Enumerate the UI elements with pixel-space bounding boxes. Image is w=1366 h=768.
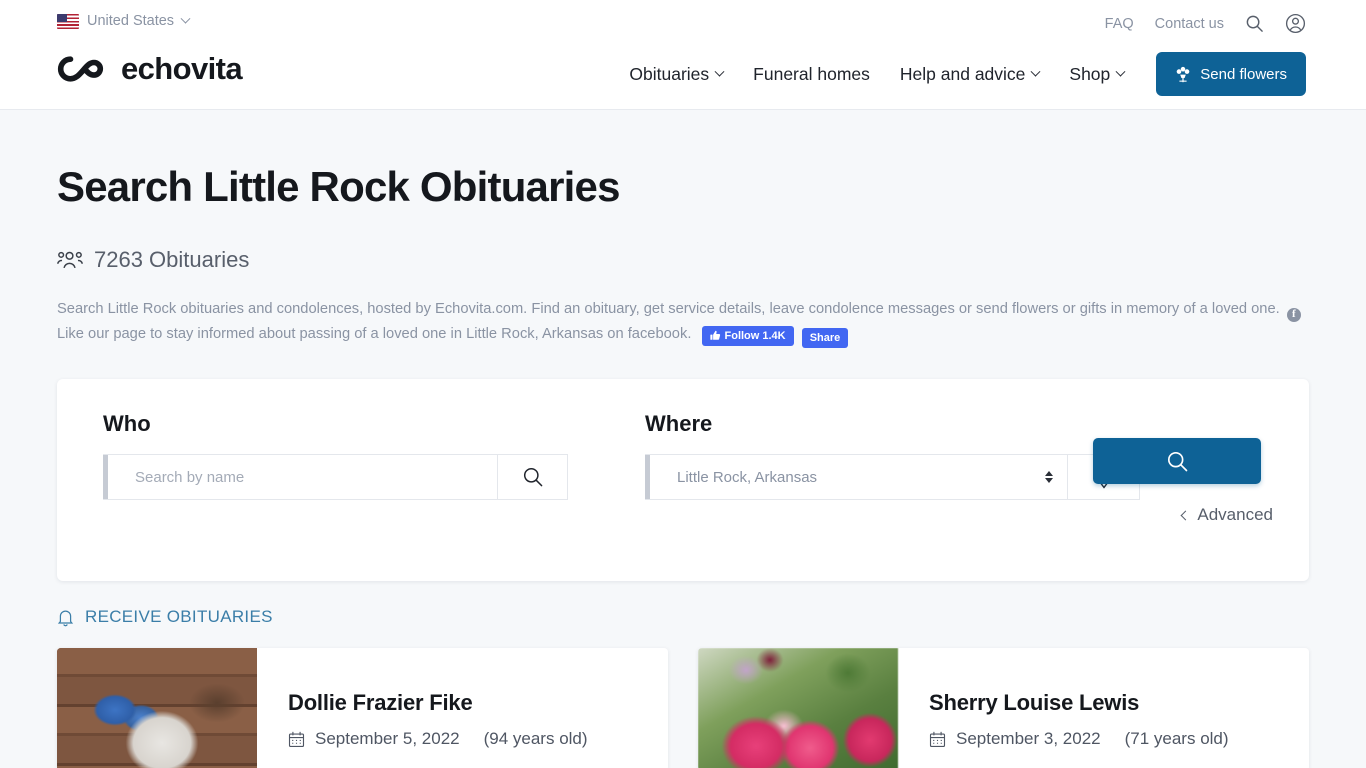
where-label: Where [645, 411, 713, 436]
receive-obituaries-label: RECEIVE OBITUARIES [85, 607, 273, 626]
nav-help-and-advice[interactable]: Help and advice [899, 63, 1041, 85]
bell-icon [57, 608, 74, 627]
obituary-card[interactable]: Dollie Frazier Fike September 5, 2022 (9… [57, 648, 668, 768]
where-field-group: Where Little Rock, Arkansas [645, 411, 1140, 500]
people-group-icon [57, 250, 83, 270]
header-utility-links: FAQ Contact us [1105, 13, 1306, 34]
facebook-follow-label: Follow 1.4K [724, 329, 786, 342]
country-selector[interactable]: United States [57, 13, 191, 29]
infinity-logo-icon [57, 54, 111, 84]
nav-funeral-homes-label: Funeral homes [753, 63, 870, 84]
nav-obituaries-label: Obituaries [629, 63, 710, 84]
obituary-age: (94 years old) [483, 729, 588, 748]
chevron-left-icon [1180, 510, 1191, 520]
calendar-icon [929, 731, 946, 748]
contact-us-link[interactable]: Contact us [1155, 16, 1224, 32]
nav-obituaries[interactable]: Obituaries [629, 63, 725, 85]
search-submit-button[interactable] [1093, 438, 1261, 484]
obituary-date-row: September 3, 2022 (71 years old) [929, 729, 1229, 749]
send-flowers-label: Send flowers [1200, 65, 1287, 83]
page-description: Search Little Rock obituaries and condol… [57, 297, 1309, 348]
chevron-down-icon [1030, 66, 1041, 77]
facebook-follow-button[interactable]: Follow 1.4K [701, 325, 794, 346]
where-select-wrap: Little Rock, Arkansas [650, 455, 1067, 499]
nav-shop-label: Shop [1069, 63, 1111, 84]
search-submit-wrap [1093, 438, 1261, 484]
location-select[interactable]: Little Rock, Arkansas [677, 468, 1067, 486]
description-part2: Like our page to stay informed about pas… [57, 326, 692, 342]
chevron-down-icon [180, 13, 191, 24]
obituary-name: Sherry Louise Lewis [929, 690, 1140, 715]
user-account-icon[interactable] [1285, 13, 1306, 34]
page-title: Search Little Rock Obituaries [57, 163, 620, 210]
advanced-label: Advanced [1197, 505, 1273, 524]
obituary-count-text: 7263 Obituaries [94, 247, 250, 272]
site-header: United States FAQ Contact us echovita Ob… [0, 0, 1366, 110]
obituary-card-list: Dollie Frazier Fike September 5, 2022 (9… [57, 648, 1309, 768]
who-field-group: Who [103, 411, 568, 500]
facebook-share-label: Share [809, 332, 841, 344]
facebook-icon: f [1286, 307, 1301, 322]
nav-help-and-advice-label: Help and advice [899, 63, 1026, 84]
advanced-search-toggle[interactable]: Advanced [1180, 505, 1273, 525]
search-icon [1166, 450, 1189, 473]
facebook-share-button[interactable]: Share [801, 328, 849, 348]
obituary-date: September 3, 2022 [956, 729, 1101, 748]
page-content: Search Little Rock Obituaries 7263 Obitu… [0, 110, 1366, 768]
search-icon[interactable] [1245, 14, 1264, 33]
obituary-count: 7263 Obituaries [57, 247, 1309, 273]
faq-link[interactable]: FAQ [1105, 16, 1134, 32]
logo-text: echovita [121, 51, 243, 86]
thumbs-up-icon [709, 330, 721, 341]
main-navigation: Obituaries Funeral homes Help and advice… [629, 52, 1306, 96]
site-logo[interactable]: echovita [57, 51, 243, 87]
send-flowers-button[interactable]: Send flowers [1156, 52, 1306, 96]
receive-obituaries-link[interactable]: RECEIVE OBITUARIES [57, 607, 1309, 627]
who-input-wrap [108, 455, 497, 499]
search-name-input[interactable] [135, 468, 497, 486]
where-input-shell: Little Rock, Arkansas [645, 454, 1140, 500]
flower-bouquet-icon [1175, 66, 1191, 83]
obituary-card-body: Dollie Frazier Fike September 5, 2022 (9… [257, 648, 588, 768]
who-input-shell [103, 454, 568, 500]
obituary-age: (71 years old) [1124, 729, 1229, 748]
country-label: United States [87, 13, 175, 29]
nav-funeral-homes[interactable]: Funeral homes [753, 64, 870, 85]
who-search-icon-button[interactable] [497, 455, 567, 499]
chevron-down-icon [714, 66, 725, 77]
obituary-date-row: September 5, 2022 (94 years old) [288, 729, 588, 749]
who-label: Who [103, 411, 151, 436]
obituary-photo [57, 648, 257, 768]
nav-shop[interactable]: Shop [1069, 63, 1126, 85]
chevron-down-icon [1115, 66, 1126, 77]
calendar-icon [288, 731, 305, 748]
obituary-name: Dollie Frazier Fike [288, 690, 473, 715]
obituary-card[interactable]: Sherry Louise Lewis September 3, 2022 (7… [698, 648, 1309, 768]
us-flag-icon [57, 13, 79, 29]
description-part1: Search Little Rock obituaries and condol… [57, 301, 1280, 317]
obituary-date: September 5, 2022 [315, 729, 460, 748]
obituary-photo [698, 648, 898, 768]
obituary-card-body: Sherry Louise Lewis September 3, 2022 (7… [898, 648, 1229, 768]
